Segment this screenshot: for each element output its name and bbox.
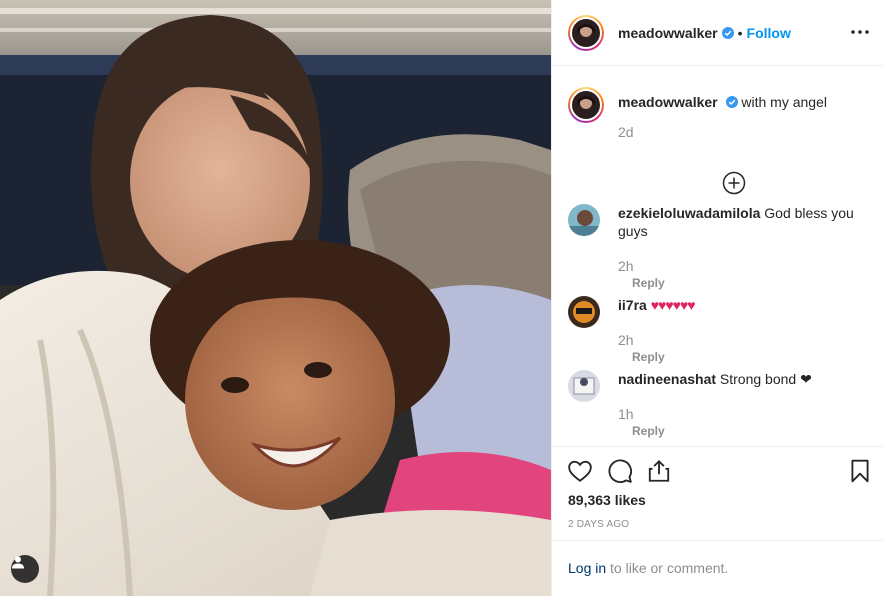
- login-prompt-text: to like or comment.: [606, 560, 729, 576]
- caption-age[interactable]: 2d: [618, 124, 634, 140]
- comment-avatar[interactable]: [568, 204, 600, 236]
- post-side-panel: meadowwalker • Follow meadowwalker with …: [551, 0, 884, 596]
- comment-text-block: ii7ra ♥♥♥♥♥♥: [618, 296, 868, 314]
- photo-image: [0, 0, 551, 596]
- caption-avatar[interactable]: [568, 87, 604, 123]
- comment-username[interactable]: ii7ra: [618, 297, 647, 313]
- comment-avatar[interactable]: [568, 370, 600, 402]
- action-bar: 89,363 likes 2 DAYS AGO: [552, 446, 884, 540]
- caption-text: with my angel: [741, 94, 827, 110]
- comments-section[interactable]: meadowwalker with my angel 2d ezekielolu…: [552, 67, 884, 446]
- comment-meta: 2h Reply: [618, 258, 665, 290]
- reply-button[interactable]: Reply: [632, 350, 665, 364]
- comment-meta: 2h Reply: [618, 332, 665, 364]
- follow-button[interactable]: Follow: [747, 25, 791, 41]
- more-options-icon: [851, 30, 869, 34]
- user-tag-icon: [12, 556, 24, 569]
- reply-button[interactable]: Reply: [632, 424, 665, 438]
- avatar-image: [570, 89, 602, 121]
- header-username[interactable]: meadowwalker: [618, 25, 718, 41]
- comment-text-block: nadineenashat Strong bond ❤: [618, 370, 868, 388]
- comment-icon[interactable]: [607, 458, 633, 484]
- post-header: meadowwalker • Follow: [552, 0, 884, 66]
- comment-text: ♥♥♥♥♥♥: [650, 297, 696, 313]
- plus-circle-icon[interactable]: [722, 171, 746, 195]
- comment-username[interactable]: ezekieloluwadamilola: [618, 205, 760, 221]
- share-icon[interactable]: [646, 458, 672, 484]
- post-timestamp[interactable]: 2 DAYS AGO: [568, 519, 629, 530]
- comment-text-block: ezekieloluwadamilola God bless you guys: [618, 204, 868, 240]
- comment-age[interactable]: 2h: [618, 332, 634, 348]
- comment-meta: 1h Reply: [618, 406, 665, 438]
- likes-count[interactable]: 89,363 likes: [568, 492, 646, 508]
- verified-badge-icon: [725, 96, 738, 108]
- comment-age[interactable]: 2h: [618, 258, 634, 274]
- verified-badge-icon: [721, 26, 734, 39]
- avatar[interactable]: [568, 14, 604, 51]
- more-options-button[interactable]: [850, 22, 870, 42]
- comment-age[interactable]: 1h: [618, 406, 634, 422]
- caption-username[interactable]: meadowwalker: [618, 94, 718, 110]
- comment-username[interactable]: nadineenashat: [618, 371, 716, 387]
- login-link[interactable]: Log in: [568, 560, 606, 576]
- reply-button[interactable]: Reply: [632, 276, 665, 290]
- separator-dot: •: [737, 24, 743, 41]
- comment-avatar[interactable]: [568, 296, 600, 328]
- comment-text: Strong bond ❤: [719, 371, 812, 387]
- post-photo[interactable]: [0, 0, 551, 596]
- bookmark-icon[interactable]: [847, 458, 873, 484]
- heart-icon[interactable]: [567, 458, 593, 484]
- login-prompt: Log in to like or comment.: [552, 540, 884, 596]
- user-tag-button[interactable]: [11, 555, 39, 583]
- avatar-image: [570, 16, 602, 49]
- caption-text-block: meadowwalker with my angel: [618, 93, 868, 111]
